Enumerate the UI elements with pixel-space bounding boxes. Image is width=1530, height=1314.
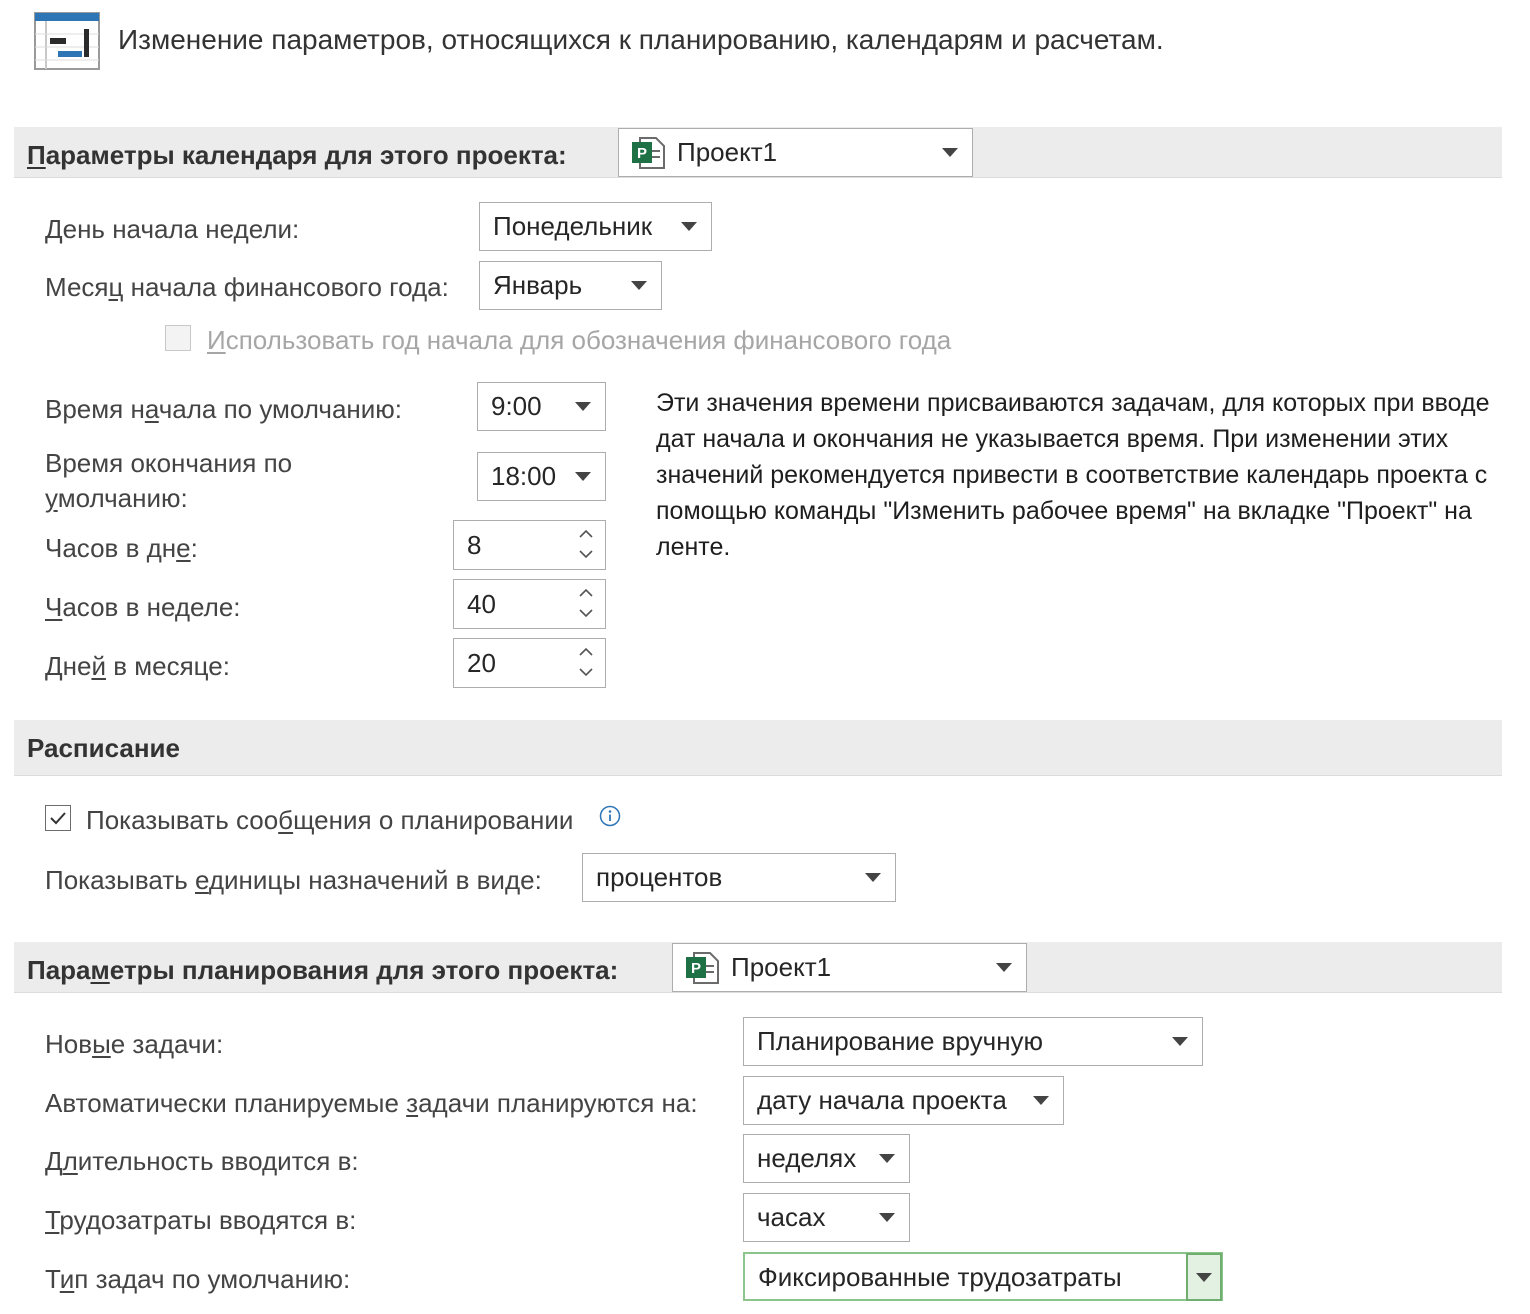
chevron-down-icon	[1172, 1037, 1188, 1046]
chevron-down-icon	[575, 472, 591, 481]
chevron-down-icon	[996, 963, 1012, 972]
fiscal-month-label: Месяц начала финансового года:	[45, 272, 449, 302]
days-per-month-stepper[interactable]: 20	[453, 638, 606, 688]
days-per-month-label: Дней в месяце:	[45, 651, 230, 681]
week-start-label: День начала недели:	[45, 214, 300, 244]
default-start-label: Время начала по умолчанию:	[45, 394, 403, 424]
default-end-label: Время окончания по умолчанию:	[45, 448, 293, 513]
schedule-gantt-icon	[34, 12, 100, 70]
fiscal-month-dropdown[interactable]: Январь	[479, 261, 662, 310]
hours-per-day-label: Часов в дне:	[45, 533, 198, 563]
planning-section-title: Параметры планирования для этого проекта…	[27, 955, 619, 985]
assignment-units-label: Показывать единицы назначений в виде:	[45, 865, 542, 895]
project-file-icon: P	[632, 137, 665, 169]
hours-per-day-stepper[interactable]: 8	[453, 520, 606, 570]
auto-scheduled-label: Автоматически планируемые задачи планиру…	[45, 1088, 698, 1118]
chevron-down-icon[interactable]	[579, 608, 593, 618]
work-label: Трудозатраты вводятся в:	[45, 1205, 357, 1235]
task-type-dropdown[interactable]: Фиксированные трудозатраты	[743, 1252, 1223, 1301]
new-tasks-label: Новые задачи:	[45, 1029, 224, 1059]
assignment-units-dropdown[interactable]: процентов	[582, 853, 896, 902]
info-icon[interactable]	[599, 805, 621, 827]
default-start-dropdown[interactable]: 9:00	[477, 382, 606, 431]
chevron-down-icon	[1033, 1096, 1049, 1105]
use-start-year-checkbox[interactable]	[165, 325, 191, 351]
task-type-label: Тип задач по умолчанию:	[45, 1264, 351, 1294]
time-values-description: Эти значения времени присваиваются задач…	[656, 389, 1490, 561]
chevron-down-icon[interactable]	[579, 549, 593, 559]
show-messages-checkbox[interactable]	[45, 805, 71, 831]
chevron-down-icon	[575, 402, 591, 411]
chevron-up-icon[interactable]	[579, 529, 593, 539]
schedule-section-header: Расписание	[14, 720, 1502, 776]
dropdown-button[interactable]	[1186, 1253, 1222, 1301]
chevron-up-icon[interactable]	[579, 647, 593, 657]
chevron-down-icon	[681, 222, 697, 231]
default-end-dropdown[interactable]: 18:00	[477, 452, 606, 501]
chevron-down-icon	[1196, 1273, 1212, 1282]
hours-per-week-label: Часов в неделе:	[45, 592, 241, 622]
chevron-down-icon	[631, 281, 647, 290]
checkmark-icon	[50, 812, 66, 825]
page-description: Изменение параметров, относящихся к план…	[118, 24, 1164, 55]
project-file-icon: P	[686, 952, 719, 984]
svg-text:P: P	[691, 960, 701, 977]
chevron-down-icon	[942, 148, 958, 157]
new-tasks-dropdown[interactable]: Планирование вручную	[743, 1017, 1203, 1066]
auto-scheduled-dropdown[interactable]: дату начала проекта	[743, 1076, 1064, 1125]
hours-per-week-stepper[interactable]: 40	[453, 579, 606, 629]
planning-project-dropdown[interactable]: P Проект1	[672, 943, 1027, 992]
calendar-section-title: Параметры календаря для этого проекта:	[27, 140, 567, 170]
calendar-project-dropdown[interactable]: P Проект1	[618, 128, 973, 177]
chevron-down-icon	[879, 1154, 895, 1163]
week-start-dropdown[interactable]: Понедельник	[479, 202, 712, 251]
chevron-down-icon	[879, 1213, 895, 1222]
schedule-section-title: Расписание	[27, 733, 180, 763]
chevron-down-icon	[865, 873, 881, 882]
duration-dropdown[interactable]: неделях	[743, 1134, 910, 1183]
chevron-up-icon[interactable]	[579, 588, 593, 598]
svg-text:P: P	[637, 145, 647, 162]
use-start-year-label: Использовать год начала для обозначения …	[207, 325, 952, 355]
duration-label: Длительность вводится в:	[45, 1146, 359, 1176]
show-messages-label: Показывать сообщения о планировании	[86, 805, 574, 835]
work-dropdown[interactable]: часах	[743, 1193, 910, 1242]
chevron-down-icon[interactable]	[579, 667, 593, 677]
